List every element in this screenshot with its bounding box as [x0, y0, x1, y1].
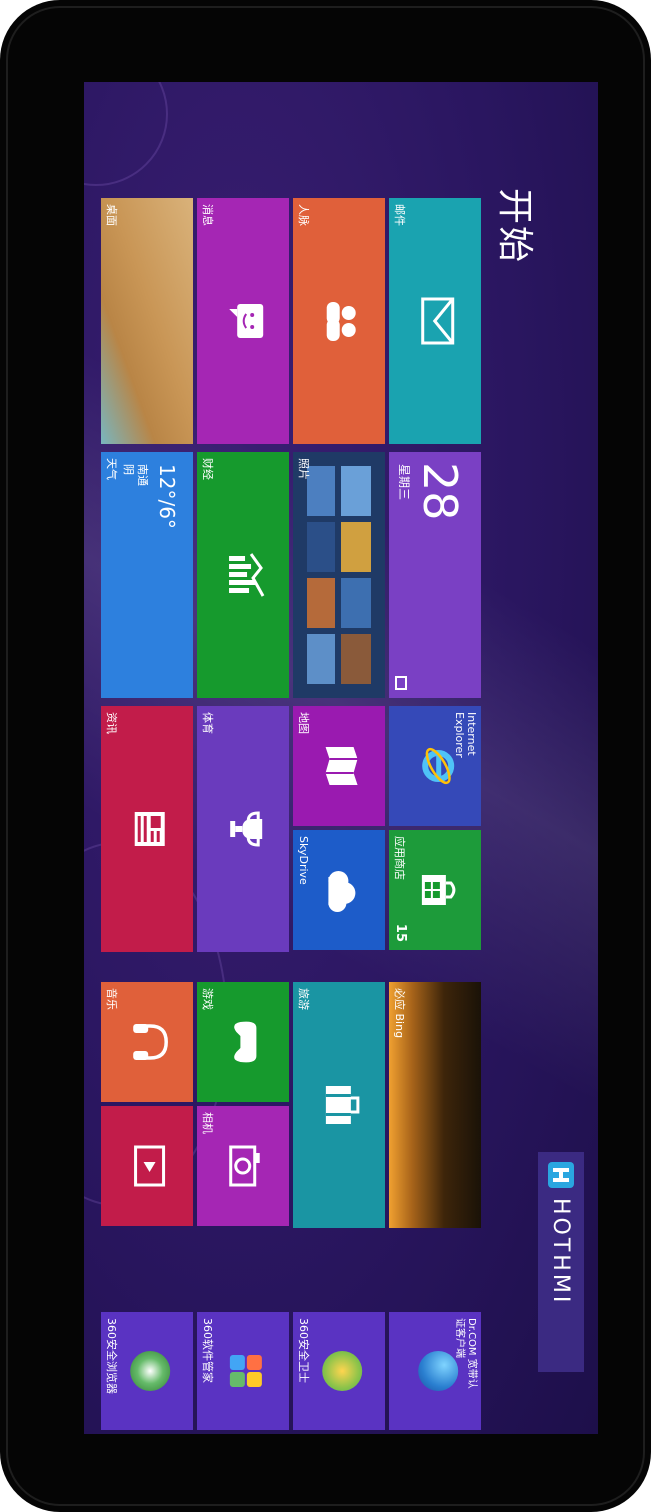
suitcase-icon	[325, 1086, 360, 1124]
tile-maps[interactable]: 地图	[293, 706, 385, 826]
start-screen: 开始 邮件 人脉 消息 桌面 28 星期三 照片 财经 12°/6° 南通 阴 …	[84, 82, 598, 1434]
tile-label: 桌面	[105, 204, 118, 226]
gamepad-icon	[234, 1021, 257, 1063]
tile-label: 360安全浏览器	[105, 1318, 118, 1394]
video-play-icon	[134, 1145, 166, 1187]
360-browser-icon	[130, 1351, 171, 1391]
tile-messaging[interactable]: 消息	[197, 198, 289, 444]
photo-thumbnail-icon	[293, 452, 385, 698]
tile-weather[interactable]: 12°/6° 南通 阴 天气	[101, 452, 193, 698]
newspaper-icon	[134, 812, 165, 846]
finance-chart-icon	[229, 553, 265, 597]
tile-label: 相机	[201, 1112, 214, 1134]
cloud-icon	[328, 871, 356, 912]
tile-store[interactable]: 应用商店 15	[389, 830, 481, 950]
tile-360-browser[interactable]: 360安全浏览器	[101, 1312, 193, 1430]
tile-label: 消息	[201, 204, 214, 226]
tile-label: 360软件管家	[201, 1318, 214, 1383]
tile-label: 照片	[297, 458, 310, 480]
map-icon	[325, 747, 358, 785]
tile-label: 财经	[201, 458, 214, 480]
brand-logo-icon	[548, 1162, 574, 1188]
tile-label: 游戏	[201, 988, 214, 1010]
tile-sports[interactable]: 体育	[197, 706, 289, 952]
brand-bar: HOTHMI	[538, 1152, 584, 1372]
tile-drcom-client[interactable]: Dr.COM 宽带认证客户端	[389, 1312, 481, 1430]
headphones-icon	[133, 1024, 168, 1060]
tile-bing[interactable]: 必应 Bing	[389, 982, 481, 1228]
tile-label: 资讯	[105, 712, 118, 734]
tile-finance[interactable]: 财经	[197, 452, 289, 698]
tile-video[interactable]	[101, 1106, 193, 1226]
calendar-date: 28	[413, 462, 467, 521]
tile-calendar[interactable]: 28 星期三	[389, 452, 481, 698]
tile-360-software[interactable]: 360软件管家	[197, 1312, 289, 1430]
tile-news[interactable]: 资讯	[101, 706, 193, 952]
store-update-badge: 15	[393, 923, 408, 942]
weather-city: 南通	[136, 464, 149, 486]
tile-camera[interactable]: 相机	[197, 1106, 289, 1226]
tile-music[interactable]: 音乐	[101, 982, 193, 1102]
tile-games[interactable]: 游戏	[197, 982, 289, 1102]
tile-label: 音乐	[105, 988, 118, 1010]
store-bag-icon	[421, 875, 456, 905]
tile-360-security[interactable]: 360安全卫士	[293, 1312, 385, 1430]
tile-label: Internet Explorer	[453, 712, 478, 758]
tile-label: 邮件	[393, 204, 406, 226]
tablet-device-frame: 开始 邮件 人脉 消息 桌面 28 星期三 照片 财经 12°/6° 南通 阴 …	[0, 0, 651, 1512]
brand-bar-wrapper: HOTHMI	[538, 1152, 584, 1372]
tile-photos[interactable]: 照片	[293, 452, 385, 698]
tile-internet-explorer[interactable]: Internet Explorer	[389, 706, 481, 826]
tile-desktop[interactable]: 桌面	[101, 198, 193, 444]
360-software-icon	[229, 1355, 262, 1387]
tile-label: 360安全卫士	[297, 1318, 310, 1383]
brand-text: HOTHMI	[548, 1198, 574, 1306]
tile-label: 体育	[201, 712, 214, 734]
start-content: 开始 邮件 人脉 消息 桌面 28 星期三 照片 财经 12°/6° 南通 阴 …	[84, 82, 598, 1434]
tile-label: 地图	[297, 712, 310, 734]
people-icon	[326, 302, 356, 341]
tile-travel[interactable]: 旅游	[293, 982, 385, 1228]
start-title: 开始	[494, 188, 535, 265]
tile-label: SkyDrive	[297, 836, 310, 885]
calendar-weekday: 星期三	[397, 464, 411, 501]
chat-bubble-icon	[229, 304, 264, 338]
tile-label: 必应 Bing	[393, 988, 406, 1039]
tile-label: Dr.COM 宽带认证客户端	[454, 1318, 477, 1389]
camera-icon	[229, 1145, 260, 1187]
tile-label: 应用商店	[393, 836, 406, 880]
tile-label: 人脉	[297, 204, 310, 226]
trophy-icon	[230, 811, 263, 847]
360-security-icon	[322, 1351, 363, 1391]
calendar-icon	[395, 676, 407, 690]
tile-mail[interactable]: 邮件	[389, 198, 481, 444]
tile-label: 旅游	[297, 988, 310, 1010]
weather-condition: 阴	[122, 464, 135, 475]
mail-icon	[421, 297, 455, 345]
weather-temperature: 12°/6°	[155, 464, 179, 529]
tile-label: 天气	[105, 458, 118, 480]
tile-skydrive[interactable]: SkyDrive	[293, 830, 385, 950]
tile-people[interactable]: 人脉	[293, 198, 385, 444]
